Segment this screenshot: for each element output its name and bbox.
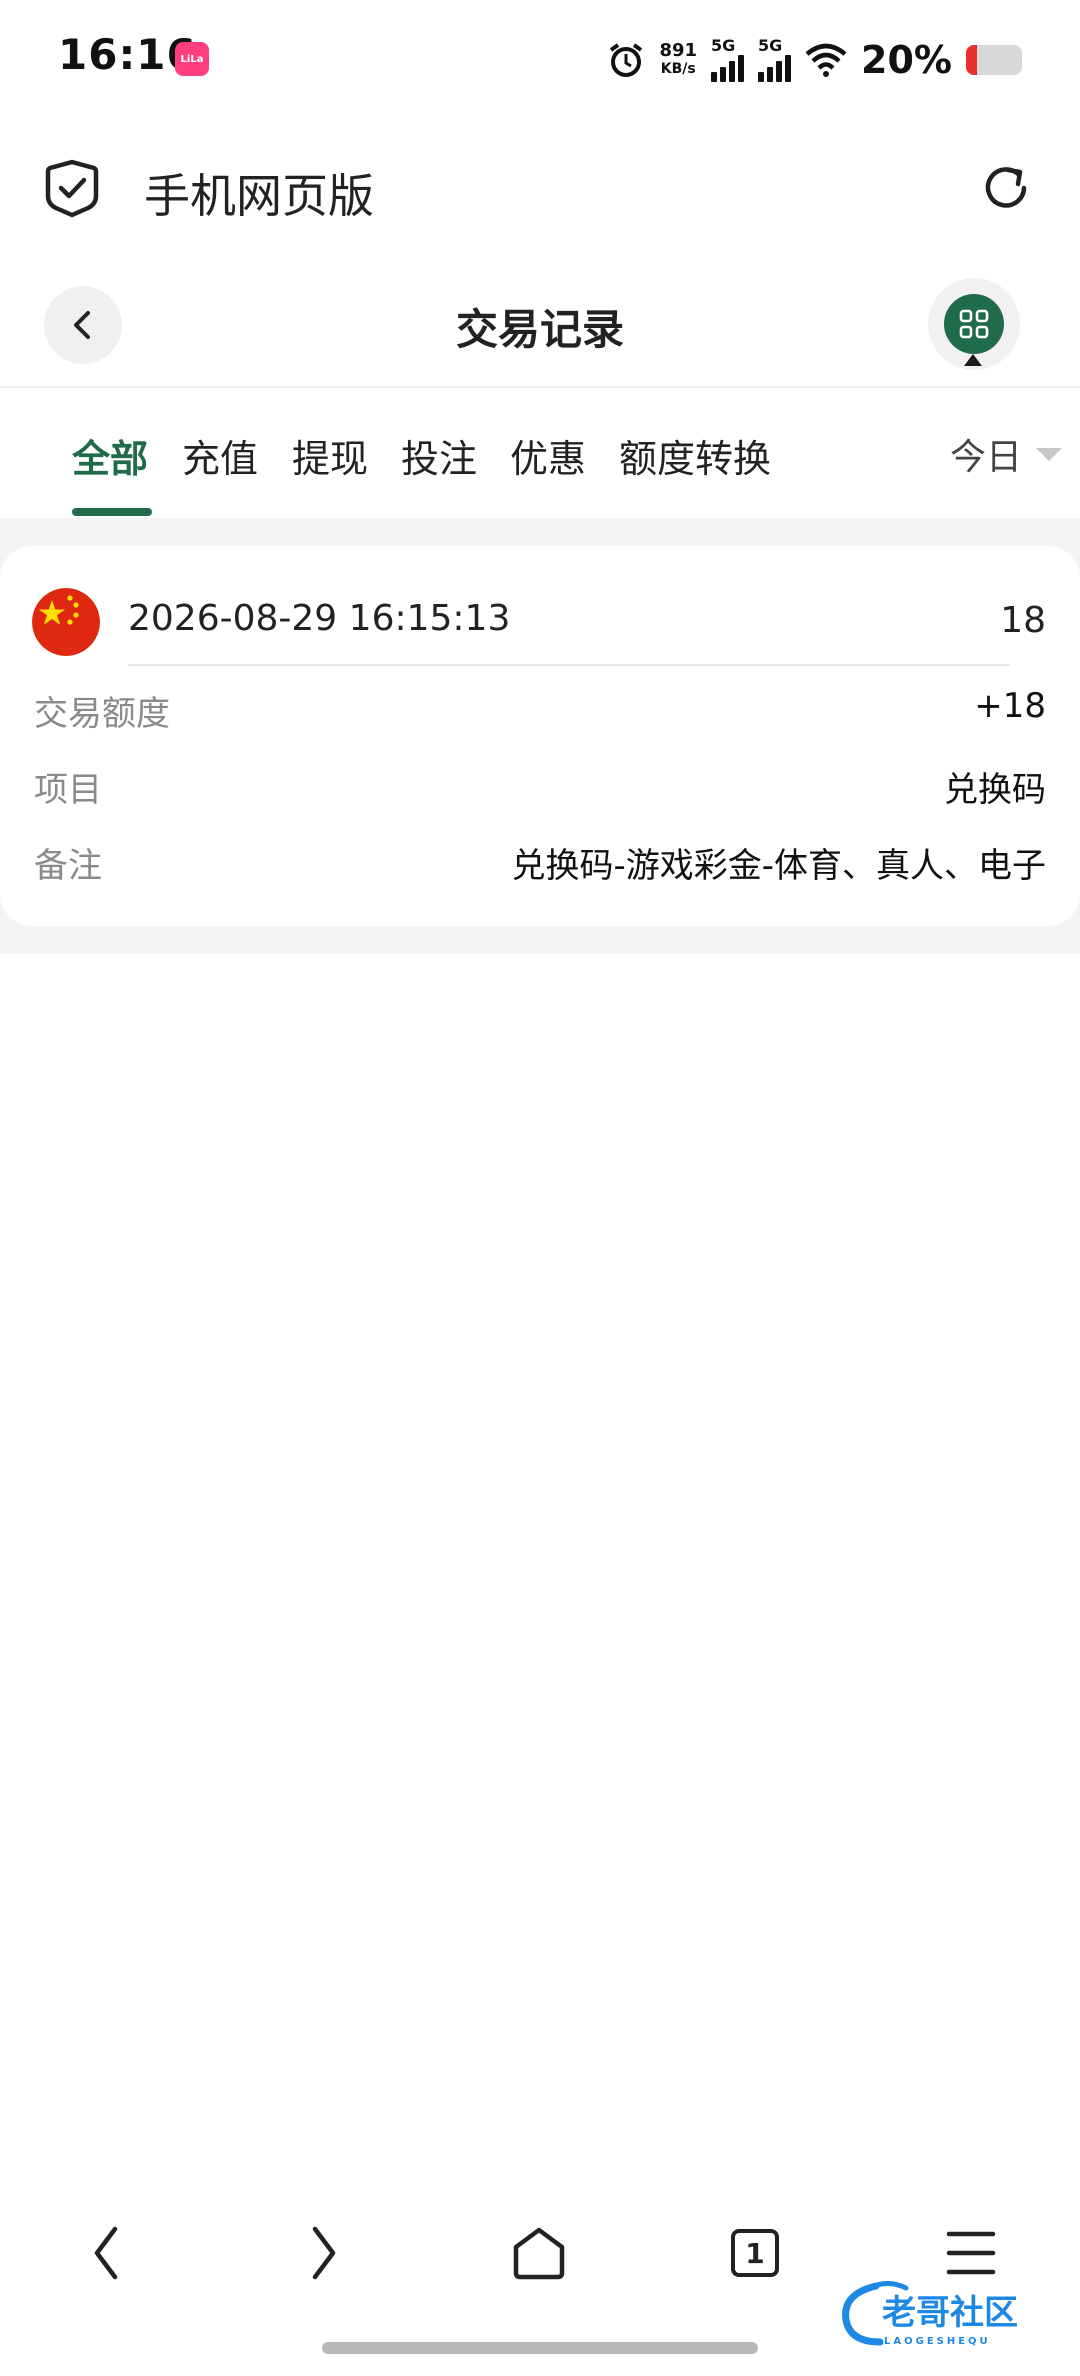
tab-deposit[interactable]: 充值	[182, 428, 258, 483]
browser-bar: 手机网页版	[0, 130, 1080, 250]
header-divider	[0, 386, 1080, 388]
menu-caret-icon	[964, 354, 982, 366]
forward-icon	[312, 2226, 336, 2280]
status-bar: 16:16 LiLa 891 KB/s 5G 5G 20%	[0, 0, 1080, 120]
nav-back-button[interactable]	[72, 2218, 142, 2288]
page-title: 交易记录	[455, 305, 624, 354]
record-card[interactable]: 2026-08-29 16:15:13 18 交易额度 +18 项目 兑换码 备…	[0, 546, 1080, 926]
sim2-label: 5G	[758, 36, 783, 55]
menu-icon	[946, 2231, 996, 2275]
record-datetime: 2026-08-29 16:15:13	[128, 598, 511, 639]
sim1-signal-icon: 5G	[711, 36, 745, 82]
record-divider	[128, 664, 1010, 666]
tabs-icon: 1	[731, 2229, 779, 2277]
tab-withdraw[interactable]: 提现	[292, 428, 368, 483]
field-note-label: 备注	[34, 846, 102, 886]
nav-forward-button[interactable]	[288, 2218, 358, 2288]
shield-check-icon[interactable]	[44, 158, 100, 218]
caret-down-icon	[1036, 447, 1062, 461]
watermark-subtext: LAOGESHEQU	[884, 2336, 991, 2347]
date-filter-label: 今日	[949, 437, 1022, 478]
field-item-value: 兑换码	[944, 770, 1046, 810]
home-icon	[513, 2227, 565, 2280]
active-tab-indicator	[72, 508, 152, 516]
grid-icon	[959, 309, 989, 339]
sim2-signal-icon: 5G	[758, 36, 792, 82]
tab-all[interactable]: 全部	[72, 428, 148, 483]
reload-icon[interactable]	[976, 158, 1036, 218]
battery-icon	[966, 45, 1022, 75]
filter-tabs: 全部 充值 提现 投注 优惠 额度转换 今日	[0, 390, 1080, 518]
watermark-text: 老哥社区	[882, 2293, 1018, 2333]
sim1-label: 5G	[711, 36, 736, 55]
home-indicator[interactable]	[322, 2342, 758, 2354]
nav-home-button[interactable]	[504, 2218, 574, 2288]
field-note-value: 兑换码-游戏彩金-体育、真人、电子	[511, 846, 1046, 886]
alarm-icon	[610, 43, 643, 77]
tab-bet[interactable]: 投注	[401, 428, 477, 483]
nav-tabs-button[interactable]: 1	[720, 2218, 790, 2288]
tab-transfer[interactable]: 额度转换	[619, 428, 771, 483]
back-icon	[94, 2226, 118, 2280]
status-icons: 891 KB/s 5G 5G 20%	[607, 32, 1022, 88]
network-speed-value: 891	[659, 40, 698, 61]
network-speed: 891 KB/s	[659, 41, 697, 79]
record-number: 18	[1000, 600, 1046, 641]
field-item-label: 项目	[34, 770, 102, 810]
field-amount-label: 交易额度	[34, 694, 170, 734]
page-header: 交易记录	[0, 272, 1080, 384]
browser-site-title: 手机网页版	[144, 169, 374, 223]
battery-percent: 20%	[861, 38, 952, 82]
network-speed-unit: KB/s	[660, 61, 696, 77]
tab-promotion[interactable]: 优惠	[510, 428, 586, 483]
date-filter-dropdown[interactable]: 今日	[950, 428, 1062, 480]
watermark-logo: 老哥社区 LAOGESHEQU	[842, 2281, 1018, 2347]
app-notification-icon: LiLa	[175, 42, 209, 76]
china-flag-icon	[32, 588, 100, 656]
field-amount-value: +18	[974, 686, 1046, 726]
grid-button-circle	[944, 294, 1004, 354]
wifi-icon	[805, 43, 847, 77]
